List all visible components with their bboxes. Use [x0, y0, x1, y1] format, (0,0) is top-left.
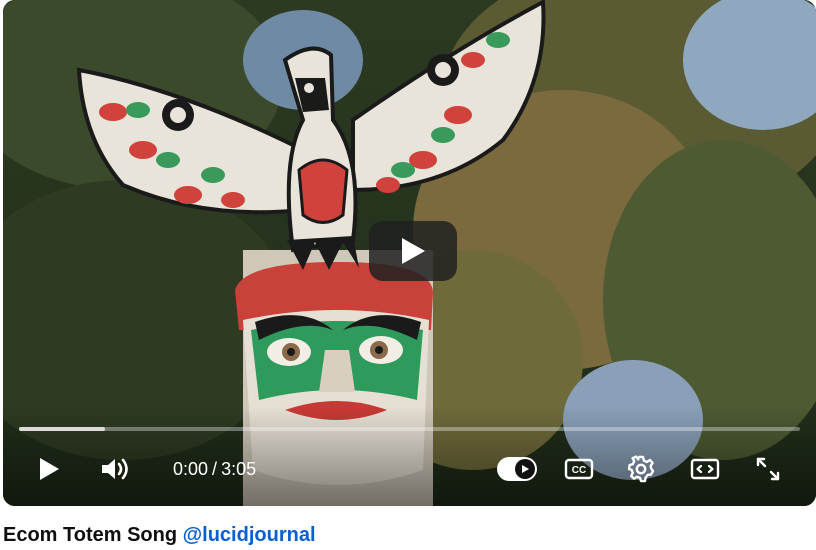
play-button[interactable]	[29, 453, 69, 485]
video-player[interactable]: 0:00/3:05 CC	[3, 0, 816, 506]
time-separator: /	[212, 459, 218, 479]
theater-mode-icon	[690, 458, 720, 480]
play-icon	[402, 238, 425, 264]
settings-button[interactable]	[623, 452, 659, 486]
progress-bar[interactable]	[19, 427, 800, 431]
autoplay-toggle-knob	[515, 459, 535, 479]
duration: 3:05	[221, 459, 257, 479]
captions-button[interactable]: CC	[561, 453, 597, 485]
autoplay-toggle-icon	[522, 465, 529, 473]
volume-button[interactable]	[95, 453, 135, 485]
volume-icon	[102, 458, 128, 480]
autoplay-toggle[interactable]	[497, 457, 537, 481]
channel-handle-link[interactable]: @lucidjournal	[183, 524, 316, 546]
video-title: Ecom Totem Song	[3, 524, 178, 546]
large-play-button[interactable]	[369, 221, 457, 281]
time-display: 0:00/3:05	[173, 457, 256, 481]
fullscreen-icon	[756, 457, 780, 481]
theater-mode-button[interactable]	[686, 453, 724, 485]
fullscreen-button[interactable]	[750, 453, 786, 485]
closed-captions-icon: CC	[564, 458, 594, 480]
svg-text:CC: CC	[572, 465, 586, 476]
gear-icon	[627, 455, 655, 483]
play-icon	[40, 458, 59, 480]
progress-buffered	[19, 427, 105, 431]
video-caption: Ecom Totem Song @lucidjournal	[3, 524, 316, 547]
current-time: 0:00	[173, 459, 209, 479]
